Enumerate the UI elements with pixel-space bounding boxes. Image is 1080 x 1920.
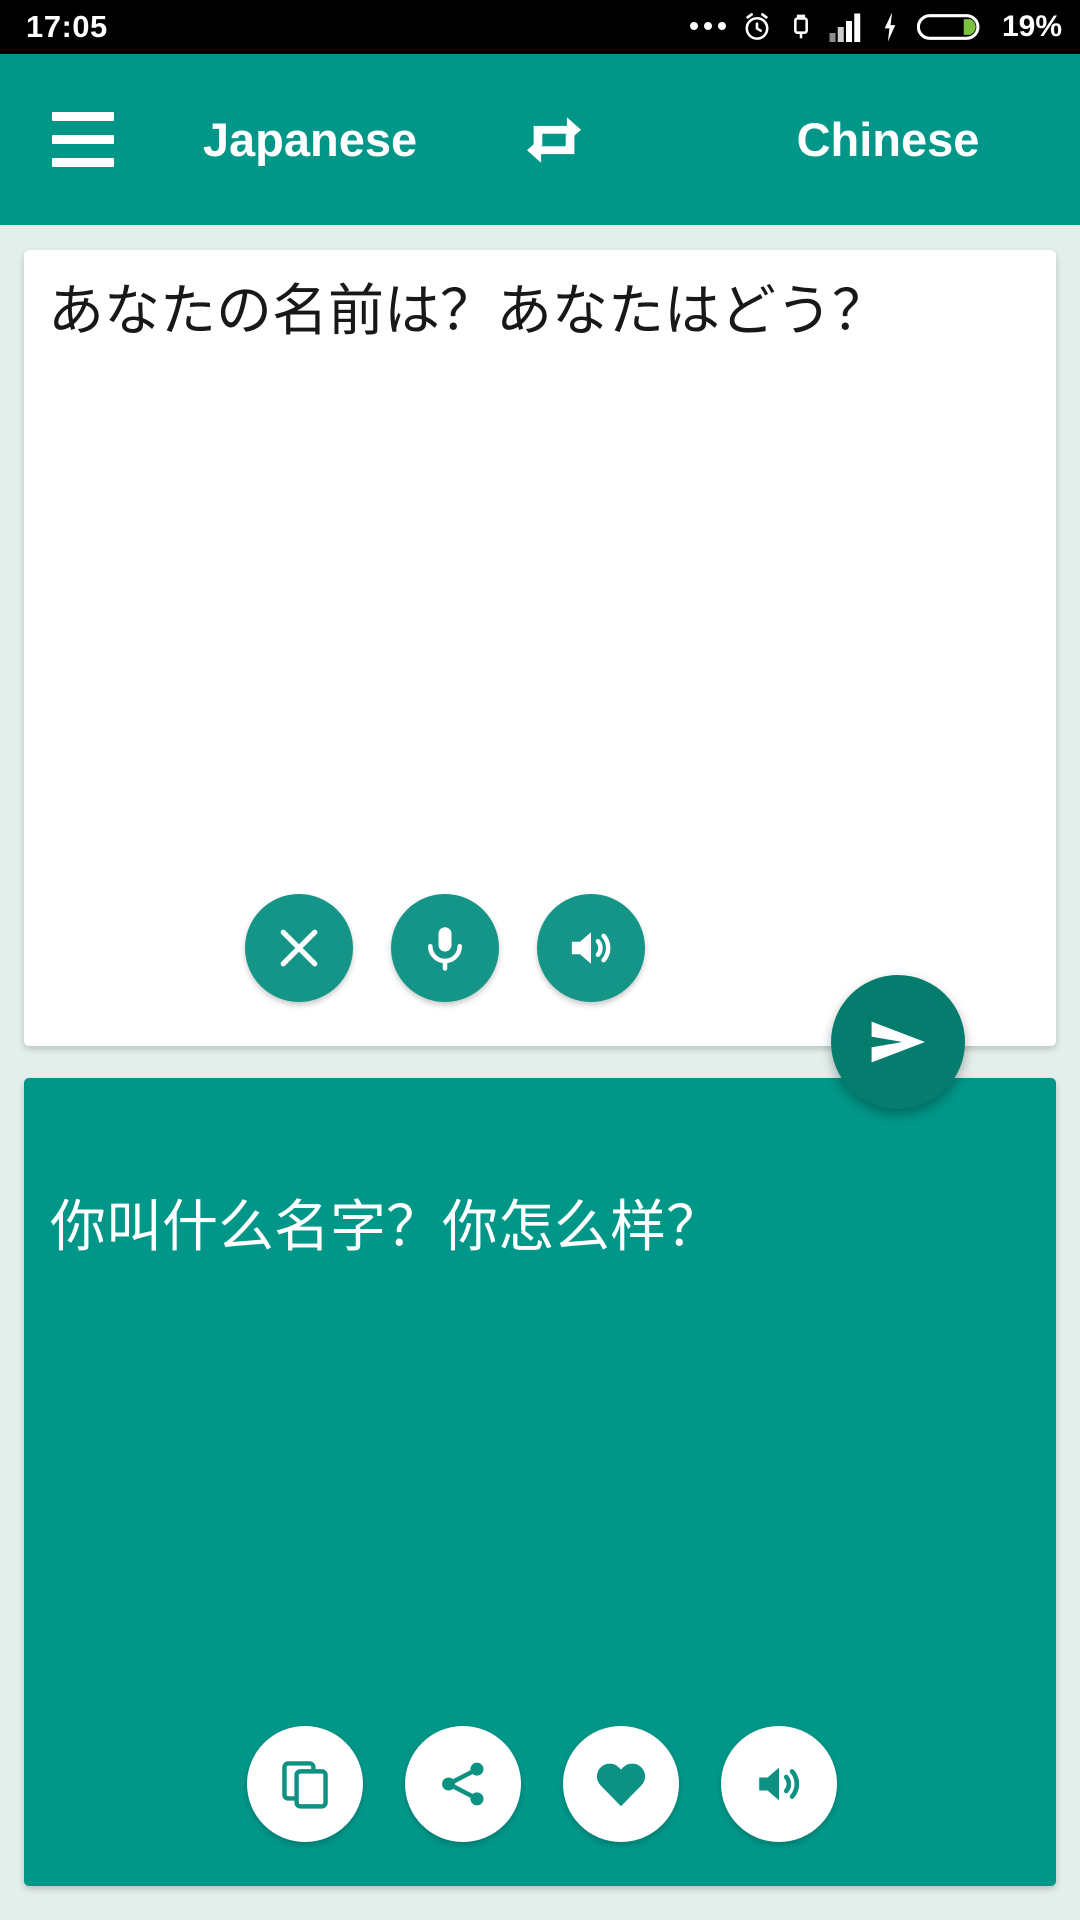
source-text-input[interactable]: あなたの名前は？あなたはどう？ xyxy=(48,272,1032,352)
voice-input-button[interactable] xyxy=(391,894,499,1002)
signal-bars-icon xyxy=(829,13,861,42)
app-header: Japanese Chinese xyxy=(0,54,1080,225)
hamburger-menu-icon[interactable] xyxy=(52,112,114,167)
share-button[interactable] xyxy=(405,1726,521,1842)
alarm-clock-icon xyxy=(745,13,769,40)
microphone-icon xyxy=(427,927,463,971)
source-text-card: あなたの名前は？あなたはどう？ xyxy=(24,250,1056,1046)
more-dots-icon xyxy=(689,21,726,33)
charging-bolt-icon xyxy=(884,12,896,42)
copy-button[interactable] xyxy=(247,1726,363,1842)
speak-source-button[interactable] xyxy=(537,894,645,1002)
heart-icon xyxy=(596,1763,646,1807)
share-icon xyxy=(442,1762,484,1806)
target-action-bar xyxy=(24,1726,1056,1842)
speaker-icon xyxy=(759,1767,800,1801)
copy-icon xyxy=(282,1761,328,1809)
send-arrow-icon xyxy=(871,1021,925,1063)
clear-button[interactable] xyxy=(245,894,353,1002)
translated-text: 你叫什么名字？你怎么样？ xyxy=(50,1195,722,1260)
status-bar-clock: 17:05 xyxy=(26,9,108,44)
translated-text-card: 你叫什么名字？你怎么样？ xyxy=(24,1078,1056,1886)
translate-send-button[interactable] xyxy=(831,975,965,1109)
speaker-icon xyxy=(571,932,611,964)
favorite-button[interactable] xyxy=(563,1726,679,1842)
translator-app-screen: 17:05 19% Japanese Chinese あなたの名前は？あなたはど… xyxy=(0,0,1080,1920)
battery-percent-label: 19% xyxy=(1001,10,1062,43)
status-bar: 17:05 19% xyxy=(0,0,1080,54)
speak-target-button[interactable] xyxy=(721,1726,837,1842)
close-x-icon xyxy=(280,929,318,967)
swap-languages-icon[interactable] xyxy=(514,100,594,180)
battery-icon xyxy=(916,14,980,40)
target-language-selector[interactable]: Chinese xyxy=(738,112,1038,167)
source-language-selector[interactable]: Japanese xyxy=(160,112,460,167)
usb-debug-icon xyxy=(794,14,808,39)
